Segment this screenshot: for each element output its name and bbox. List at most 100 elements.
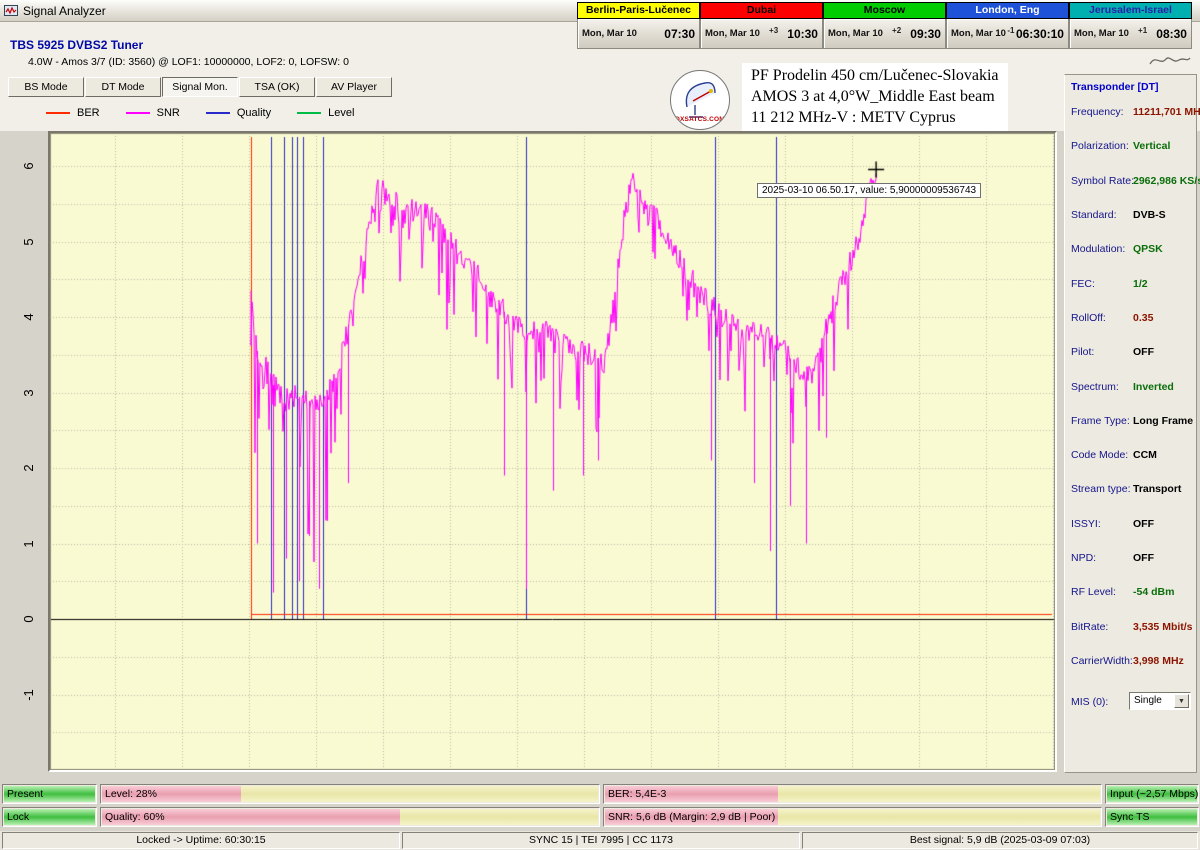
mis-selected-value: Single (1134, 695, 1162, 706)
clock-time-cell: Mon, Mar 10+310:30 (700, 19, 823, 49)
meter-label: Quality: 60% (105, 811, 165, 823)
y-axis-tick: 5 (20, 233, 38, 251)
level-meter: Level: 28% (100, 784, 600, 804)
transponder-label: Standard: (1071, 209, 1117, 221)
transponder-value: Transport (1133, 483, 1181, 495)
statusbar-best-signal: Best signal: 5,9 dB (2025-03-09 07:03) (802, 832, 1198, 849)
meter-label: Input (~2,57 Mbps) (1110, 788, 1198, 800)
legend-label: BER (77, 107, 100, 119)
lock-indicator: Lock (2, 807, 97, 827)
transponder-row-fec: FEC:1/2 (1065, 266, 1196, 300)
world-clocks: Berlin-Paris-LučenecMon, Mar 1007:30Duba… (577, 2, 1192, 49)
clock-utc-offset: +3 (769, 26, 778, 35)
transponder-rows: Frequency:11211,701 MHzPolarization:Vert… (1065, 95, 1196, 678)
clock-city-tab[interactable]: Berlin-Paris-Lučenec (577, 2, 700, 19)
clock-city-tab[interactable]: Jerusalem-Israel (1069, 2, 1192, 19)
signal-chart[interactable]: 2025-03-10 06.50.17, value: 5,9000000953… (48, 131, 1057, 772)
clock-date: Mon, Mar 10 (951, 28, 1006, 39)
transponder-label: Modulation: (1071, 243, 1125, 255)
y-axis-tick: 6 (20, 157, 38, 175)
legend-label: Level (328, 107, 354, 119)
transponder-value: OFF (1133, 346, 1154, 358)
value-tooltip: 2025-03-10 06.50.17, value: 5,9000000953… (757, 183, 981, 198)
transponder-label: BitRate: (1071, 621, 1108, 633)
chevron-down-icon[interactable]: ▼ (1174, 694, 1189, 708)
y-axis-tick: 2 (20, 459, 38, 477)
clock-time-cell: Mon, Mar 10+209:30 (823, 19, 946, 49)
button-signal-mon[interactable]: Signal Mon. (162, 77, 238, 97)
clock-utc-offset: +1 (1138, 26, 1147, 35)
button-av-player[interactable]: AV Player (316, 77, 392, 97)
clock-date: Mon, Mar 10 (582, 28, 637, 39)
y-axis-tick: 3 (20, 384, 38, 402)
transponder-value: Long Frame (1133, 415, 1193, 427)
clock-utc-offset: +2 (892, 26, 901, 35)
meter-label: Sync TS (1110, 811, 1150, 823)
overlay-line: AMOS 3 at 4,0°W_Middle East beam (751, 86, 999, 107)
status-bar: Locked -> Uptime: 60:30:15 SYNC 15 | TEI… (0, 831, 1200, 850)
mode-toolbar: BS ModeDT ModeSignal Mon.TSA (OK)AV Play… (8, 77, 392, 97)
ber-meter: BER: 5,4E-3 (603, 784, 1102, 804)
transponder-label: Pilot: (1071, 346, 1094, 358)
sync-ts-indicator: Sync TS (1105, 807, 1199, 827)
meter-label: Level: 28% (105, 788, 157, 800)
transponder-label: Frequency: (1071, 106, 1124, 118)
clock-moscow: MoscowMon, Mar 10+209:30 (823, 2, 946, 49)
transponder-row-polarization: Polarization:Vertical (1065, 129, 1196, 163)
dxsatcs-logo: DXSATCS.COM (670, 70, 730, 130)
transponder-row-bitrate: BitRate: 3,535 Mbit/s (1065, 609, 1196, 643)
transponder-value: -54 dBm (1133, 586, 1174, 598)
panel-title: Transponder [DT] (1065, 75, 1196, 95)
transponder-row-rolloff: RollOff:0.35 (1065, 301, 1196, 335)
transponder-label: ISSYI: (1071, 518, 1101, 530)
transponder-label: Code Mode: (1071, 449, 1128, 461)
clock-berlin-paris-lu-enec: Berlin-Paris-LučenecMon, Mar 1007:30 (577, 2, 700, 49)
transponder-value: 2962,986 KS/s (1133, 175, 1200, 187)
clock-city-tab[interactable]: Dubai (700, 2, 823, 19)
button-dt-mode[interactable]: DT Mode (85, 77, 161, 97)
y-axis-tick: 4 (20, 308, 38, 326)
y-axis-tick: 1 (20, 535, 38, 553)
status-meters: PresentLevel: 28%BER: 5,4E-3Input (~2,57… (2, 784, 1198, 827)
legend-item-quality: Quality (206, 107, 271, 119)
transponder-label: NPD: (1071, 552, 1096, 564)
button-tsa-ok[interactable]: TSA (OK) (239, 77, 315, 97)
transponder-value: 11211,701 MHz (1133, 106, 1200, 118)
transponder-value: 0.35 (1133, 312, 1153, 324)
clock-london-eng: London, EngMon, Mar 10-106:30:10 (946, 2, 1069, 49)
overlay-line: 11 212 MHz-V : METV Cyprus (751, 107, 999, 128)
transponder-row-modulation: Modulation:QPSK (1065, 232, 1196, 266)
transponder-row-stream-type: Stream type:Transport (1065, 472, 1196, 506)
clock-city-tab[interactable]: London, Eng (946, 2, 1069, 19)
transponder-value: 3,998 MHz (1133, 655, 1184, 667)
meter-bar (605, 786, 1100, 802)
transponder-value: OFF (1133, 552, 1154, 564)
transponder-row-issyi: ISSYI:OFF (1065, 507, 1196, 541)
meter-label: Lock (7, 811, 29, 823)
transponder-label: RF Level: (1071, 586, 1116, 598)
meter-bar (102, 786, 598, 802)
transponder-value: Inverted (1133, 381, 1174, 393)
snr-meter: SNR: 5,6 dB (Margin: 2,9 dB | Poor) (603, 807, 1102, 827)
mis-dropdown[interactable]: Single ▼ (1129, 692, 1191, 710)
legend-swatch-icon (126, 112, 150, 114)
transponder-label: Frame Type: (1071, 415, 1130, 427)
y-axis-tick: -1 (20, 686, 38, 704)
clock-time-cell: Mon, Mar 10+108:30 (1069, 19, 1192, 49)
transponder-row-npd: NPD: OFF (1065, 541, 1196, 575)
transponder-label: Polarization: (1071, 140, 1129, 152)
clock-time: 09:30 (910, 27, 941, 41)
transponder-value: 3,535 Mbit/s (1133, 621, 1193, 633)
chart-legend: BER SNR Quality Level (46, 107, 354, 119)
legend-label: SNR (157, 107, 180, 119)
transponder-label: Spectrum: (1071, 381, 1119, 393)
transponder-label: Symbol Rate: (1071, 175, 1134, 187)
window-title: Signal Analyzer (23, 4, 106, 18)
signal-chart-canvas[interactable] (50, 133, 1055, 770)
clock-time: 10:30 (787, 27, 818, 41)
clock-city-tab[interactable]: Moscow (823, 2, 946, 19)
button-bs-mode[interactable]: BS Mode (8, 77, 84, 97)
quality-meter: Quality: 60% (100, 807, 600, 827)
clock-jerusalem-israel: Jerusalem-IsraelMon, Mar 10+108:30 (1069, 2, 1192, 49)
legend-swatch-icon (297, 112, 321, 114)
